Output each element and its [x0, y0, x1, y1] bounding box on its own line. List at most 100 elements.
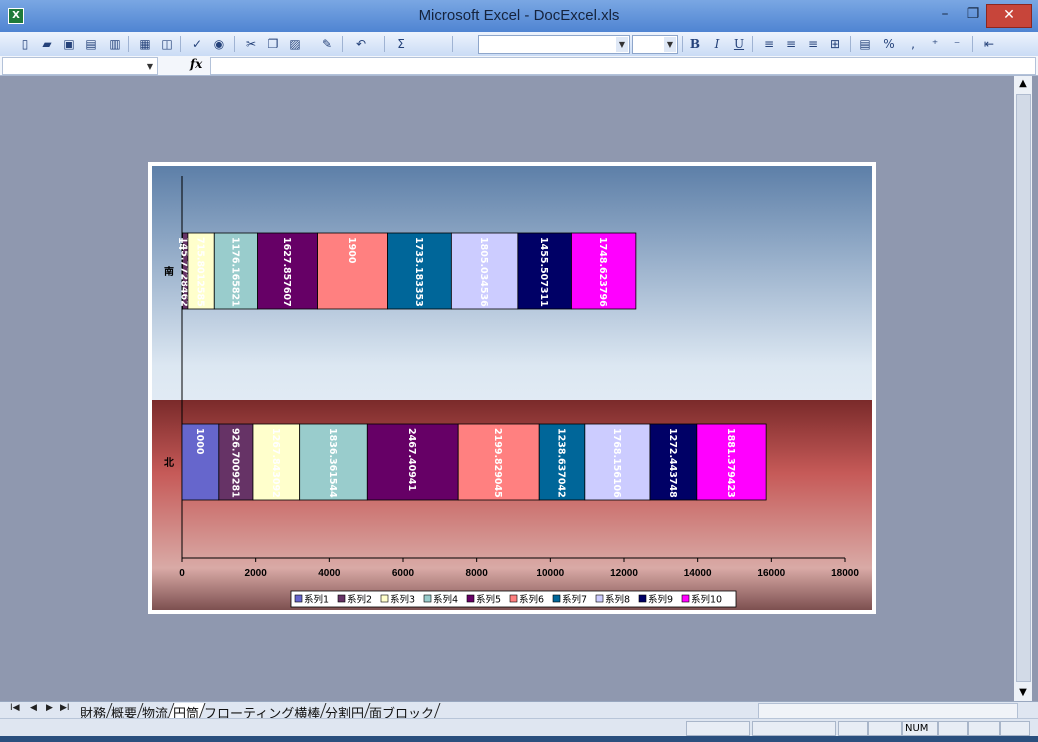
comma-button[interactable]: , — [904, 35, 922, 53]
data-label: 1267.843092 — [270, 428, 281, 498]
legend-label: 系列2 — [347, 594, 372, 606]
minimize-button[interactable]: – — [930, 4, 960, 26]
chevron-down-icon[interactable]: ▼ — [144, 59, 156, 74]
data-label: 1768.156106 — [611, 428, 622, 498]
data-label: 926.7009281 — [229, 428, 240, 498]
decrease-indent-icon[interactable]: ⇤ — [980, 35, 998, 53]
status-panel — [686, 721, 750, 736]
data-label: 1238.637042 — [556, 428, 567, 498]
new-file-icon[interactable]: ▯ — [16, 35, 34, 53]
chevron-down-icon[interactable]: ▼ — [664, 37, 676, 52]
legend-swatch — [337, 594, 346, 603]
bold-button[interactable]: B — [686, 35, 704, 53]
taskbar — [0, 736, 1038, 742]
legend-swatch — [681, 594, 690, 603]
align-right-icon[interactable]: ≡ — [804, 35, 822, 53]
standard-toolbar: ▯ ▰ ▣ ▤ ▥ ▦ ◫ ✓ ◉ ✂ ❐ ▨ ✎ ↶ Σ ▼ ▼ B I U … — [0, 32, 1038, 57]
italic-button[interactable]: I — [708, 35, 726, 53]
data-label: 1733.183353 — [413, 237, 424, 307]
x-tick-label: 4000 — [318, 568, 341, 579]
name-box[interactable]: ▼ — [2, 57, 158, 75]
font-name-select[interactable]: ▼ — [478, 35, 630, 54]
research-icon[interactable]: ◉ — [210, 35, 228, 53]
legend-swatch — [509, 594, 518, 603]
x-tick-label: 10000 — [536, 568, 564, 579]
legend-label: 系列9 — [648, 594, 673, 606]
decrease-decimal-icon[interactable]: ⁻ — [948, 35, 966, 53]
sheet-tab-bar: I◀ ◀ ▶ ▶I 財務 概要 物流 円筒 フローティング横棒 分割円 面ブロック — [0, 701, 1038, 722]
insert-function-icon[interactable]: fx — [190, 57, 202, 71]
legend-swatch — [423, 594, 432, 603]
format-painter-icon[interactable]: ✎ — [318, 35, 336, 53]
title-bar: X Microsoft Excel - DocExcel.xls – ❐ ✕ — [0, 0, 1038, 32]
x-tick-label: 8000 — [466, 568, 489, 579]
font-size-select[interactable]: ▼ — [632, 35, 678, 54]
status-panel — [968, 721, 1000, 736]
x-tick-label: 16000 — [757, 568, 785, 579]
print-preview-icon[interactable]: ◫ — [158, 35, 176, 53]
percent-button[interactable]: % — [880, 35, 898, 53]
legend-swatch — [466, 594, 475, 603]
align-left-icon[interactable]: ≡ — [760, 35, 778, 53]
data-label: 1000 — [194, 428, 205, 455]
chevron-down-icon[interactable]: ▼ — [616, 37, 628, 52]
merge-center-icon[interactable]: ⊞ — [826, 35, 844, 53]
scroll-up-icon[interactable]: ▲ — [1014, 76, 1032, 92]
legend-swatch — [638, 594, 647, 603]
data-label: 1627.857607 — [281, 237, 292, 307]
legend-label: 系列4 — [433, 594, 458, 606]
legend-label: 系列8 — [605, 594, 630, 606]
status-panel — [868, 721, 902, 736]
stacked-bar-chart[interactable]: 0 2000 4000 6000 8000 10000 12000 14000 16000 180… — [148, 162, 876, 614]
legend-swatch — [380, 594, 389, 603]
maximize-button[interactable]: ❐ — [958, 4, 988, 26]
cut-icon[interactable]: ✂ — [242, 35, 260, 53]
copy-icon[interactable]: ❐ — [264, 35, 282, 53]
x-tick-label: 2000 — [245, 568, 268, 579]
x-tick-label: 12000 — [610, 568, 638, 579]
data-label: 1900 — [346, 237, 357, 264]
data-label: 715.8012585 — [195, 237, 206, 307]
increase-decimal-icon[interactable]: ⁺ — [926, 35, 944, 53]
status-panel — [838, 721, 868, 736]
last-sheet-icon[interactable]: ▶I — [60, 703, 70, 713]
x-tick-label: 18000 — [831, 568, 859, 579]
open-folder-icon[interactable]: ▰ — [38, 35, 56, 53]
data-label: 1176.165821 — [229, 237, 240, 307]
underline-button[interactable]: U — [730, 35, 748, 53]
status-panel — [1000, 721, 1030, 736]
legend-label: 系列7 — [562, 594, 587, 606]
data-label: 1455.507311 — [538, 237, 549, 307]
permission-icon[interactable]: ▤ — [82, 35, 100, 53]
formula-input[interactable] — [210, 57, 1036, 75]
x-tick-label: 0 — [179, 568, 185, 579]
legend-label: 系列5 — [476, 594, 501, 606]
currency-icon[interactable]: ▤ — [856, 35, 874, 53]
data-label: 1881.379423 — [725, 428, 736, 498]
undo-icon[interactable]: ↶ — [352, 35, 370, 53]
vertical-scrollbar[interactable]: ▲ ▼ — [1014, 76, 1032, 701]
print-icon[interactable]: ▦ — [136, 35, 154, 53]
window-title: Microsoft Excel - DocExcel.xls — [418, 7, 620, 24]
spelling-icon[interactable]: ✓ — [188, 35, 206, 53]
align-center-icon[interactable]: ≡ — [782, 35, 800, 53]
next-sheet-icon[interactable]: ▶ — [46, 703, 53, 713]
prev-sheet-icon[interactable]: ◀ — [30, 703, 37, 713]
legend-label: 系列3 — [390, 594, 415, 606]
email-icon[interactable]: ▥ — [106, 35, 124, 53]
chart-object[interactable]: 0 2000 4000 6000 8000 10000 12000 14000 16000 180… — [148, 162, 876, 614]
paste-icon[interactable]: ▨ — [286, 35, 304, 53]
formula-bar: ▼ fx — [0, 56, 1038, 76]
save-icon[interactable]: ▣ — [60, 35, 78, 53]
scroll-thumb[interactable] — [1016, 94, 1031, 682]
data-label: 1805.034536 — [478, 237, 489, 307]
legend-swatch — [294, 594, 303, 603]
close-button[interactable]: ✕ — [986, 4, 1032, 28]
scroll-down-icon[interactable]: ▼ — [1014, 685, 1032, 701]
legend-label: 系列6 — [519, 594, 544, 606]
status-bar: NUM — [0, 718, 1038, 737]
legend-label: 系列1 — [304, 594, 329, 606]
autosum-icon[interactable]: Σ — [392, 35, 410, 53]
first-sheet-icon[interactable]: I◀ — [10, 703, 20, 713]
status-panel — [752, 721, 836, 736]
